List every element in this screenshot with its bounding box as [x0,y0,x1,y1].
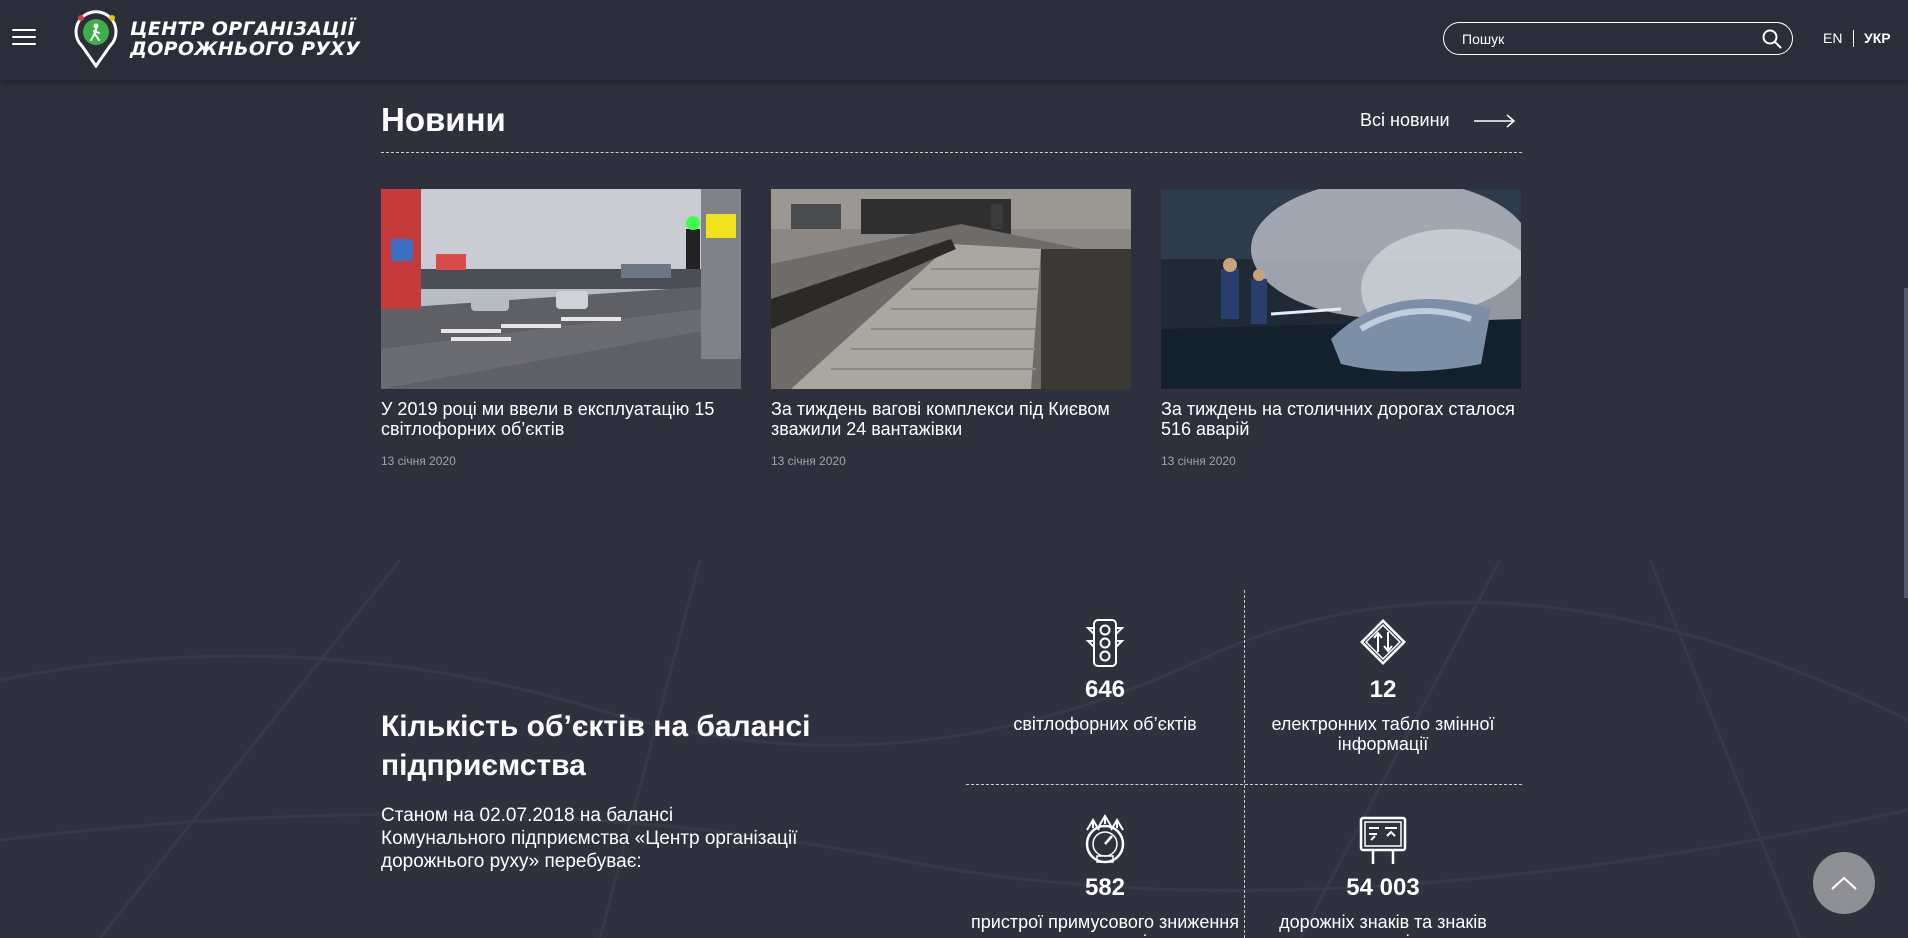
news-date: 13 січня 2020 [381,454,456,468]
news-card-2[interactable]: За тиждень вагові комплекси під Києвом з… [771,189,1131,468]
stat-number: 12 [1369,676,1397,703]
logo-text: Центр організації дорожнього руху [130,19,360,59]
news-title: Новини [381,101,506,138]
news-headline[interactable]: За тиждень вагові комплекси під Києвом з… [771,399,1131,439]
news-image-car-fire[interactable] [1161,189,1521,389]
lang-en-link[interactable]: EN [1823,30,1842,46]
search-box [1443,22,1793,55]
news-date: 13 січня 2020 [1161,454,1236,468]
menu-icon[interactable] [12,29,36,47]
news-card-1[interactable]: У 2019 році ми ввели в експлуатацію 15 с… [381,189,741,468]
stats-description: Станом на 02.07.2018 на балансі Комуналь… [381,805,798,872]
stat-number: 582 [1084,874,1126,901]
map-pattern-icon [0,560,1908,938]
variable-sign-icon [1360,619,1406,665]
site-header: Центр організації дорожнього руху EN УКР [0,0,1908,80]
stat-number: 54 003 [1346,874,1420,901]
news-image-weigh-station[interactable] [771,189,1131,389]
stat-label: пристрої примусового зниження швидкості [971,912,1239,938]
lang-ukr-link[interactable]: УКР [1864,30,1891,46]
road-sign-board-icon [1359,816,1407,864]
logo-line-2: дорожнього руху [130,38,361,60]
arrow-right-icon [1473,113,1515,128]
search-input[interactable] [1462,29,1752,49]
news-headline[interactable]: За тиждень на столичних дорогах сталося … [1161,399,1521,439]
logo[interactable]: Центр організації дорожнього руху [72,10,360,68]
chevron-up-icon [1831,876,1857,890]
stat-number: 646 [1084,676,1126,703]
all-news-label: Всі новини [1360,110,1450,130]
scrollbar[interactable] [1904,288,1908,598]
stat-label: електронних табло змінної інформації [1271,714,1495,754]
stats-title: Кількість об’єктів на балансі підприємст… [381,710,811,782]
news-headline[interactable]: У 2019 році ми ввели в експлуатацію 15 с… [381,399,741,439]
news-date: 13 січня 2020 [771,454,846,468]
logo-line-1: Центр організації [130,18,355,40]
stats-vertical-divider [1244,590,1245,938]
stat-traffic-lights: 646 світлофорних об’єктів [970,618,1240,734]
scroll-to-top-button[interactable] [1813,852,1875,914]
news-image-crosswalk[interactable] [381,189,741,389]
stats-background [0,560,1908,938]
stat-speed-devices: 582 пристрої примусового зниження швидко… [970,814,1240,938]
stat-variable-signs: 12 електронних табло змінної інформації [1248,618,1518,754]
traffic-light-icon [1085,619,1125,667]
stat-road-signs: 54 003 дорожніх знаків та знаків маршрут… [1248,814,1518,938]
logo-pin-icon [74,10,118,68]
news-divider [381,152,1522,153]
news-card-3[interactable]: За тиждень на столичних дорогах сталося … [1161,189,1521,468]
stat-label: дорожніх знаків та знаків маршрутного ор… [1271,912,1496,938]
stat-label: світлофорних об’єктів [1013,714,1197,734]
all-news-link[interactable]: Всі новини [1360,110,1516,131]
search-icon[interactable] [1762,29,1782,49]
speedometer-icon [1085,814,1125,864]
stats-horizontal-divider [966,784,1522,785]
lang-separator [1853,30,1854,47]
